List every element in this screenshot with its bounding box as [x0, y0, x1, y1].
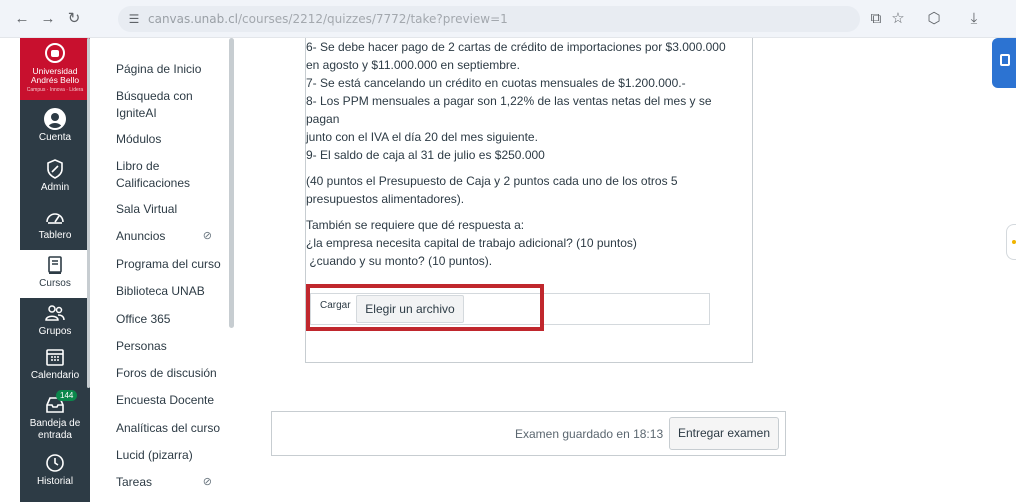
- forward-icon[interactable]: →: [38, 9, 58, 29]
- dashboard-icon: [46, 213, 64, 224]
- global-navigation: Universidad Andrés Bello Campus · Innova…: [20, 38, 90, 502]
- course-nav-assignments[interactable]: Tareas ⊘: [116, 474, 226, 491]
- course-nav-lucid[interactable]: Lucid (pizarra): [116, 447, 226, 464]
- question-text: 6- Se debe hacer pago de 2 cartas de cré…: [306, 38, 746, 270]
- course-nav-ignite-search[interactable]: Búsqueda con IgniteAI: [116, 88, 226, 122]
- course-nav-scrollbar[interactable]: [229, 38, 234, 328]
- points-note: (40 puntos el Presupuesto de Caja y 2 pu…: [306, 174, 678, 188]
- points-note: presupuestos alimentadores).: [306, 192, 465, 206]
- question-line: junto con el IVA el día 20 del mes sigui…: [306, 130, 538, 144]
- course-nav-modules[interactable]: Módulos: [116, 131, 226, 148]
- global-nav-history[interactable]: Historial: [20, 452, 90, 488]
- floating-helper-tab[interactable]: [1006, 224, 1016, 260]
- logo-tagline: Campus · Innova · Lidera: [26, 87, 84, 93]
- course-nav-assignments-label: Tareas: [116, 475, 153, 489]
- logo-text: Universidad Andrés Bello: [30, 66, 80, 85]
- global-nav-account[interactable]: Cuenta: [20, 108, 90, 144]
- groups-icon: [45, 305, 65, 321]
- download-icon[interactable]: ⤓: [964, 9, 984, 29]
- course-nav-library[interactable]: Biblioteca UNAB: [116, 283, 226, 300]
- global-nav-groups[interactable]: Grupos: [20, 302, 90, 338]
- course-nav-survey[interactable]: Encuesta Docente: [116, 392, 226, 409]
- calendar-icon: [46, 349, 64, 366]
- eye-slash-icon: ⊘: [202, 476, 212, 488]
- extra-question: ¿cuando y su monto? (10 puntos).: [306, 254, 493, 268]
- course-nav-office365[interactable]: Office 365: [116, 311, 226, 328]
- course-nav-announcements-label: Anuncios: [116, 229, 166, 243]
- course-nav-virtual-room[interactable]: Sala Virtual: [116, 201, 226, 218]
- course-nav-announcements[interactable]: Anuncios ⊘: [116, 228, 226, 245]
- course-nav-analytics[interactable]: Analíticas del curso: [116, 420, 226, 437]
- url-text: canvas.unab.cl/courses/2212/quizzes/7772…: [148, 12, 508, 26]
- document-icon: [1000, 54, 1010, 66]
- global-nav-dashboard[interactable]: Tablero: [20, 206, 90, 242]
- highlight-annotation: [306, 284, 544, 331]
- history-icon: [46, 454, 64, 472]
- course-navigation: Página de Inicio Búsqueda con IgniteAI M…: [90, 38, 238, 502]
- site-settings-icon[interactable]: ☰: [126, 11, 142, 27]
- course-nav-discussions[interactable]: Foros de discusión: [116, 365, 226, 382]
- course-nav-people[interactable]: Personas: [116, 338, 226, 355]
- eye-slash-icon: ⊘: [202, 230, 212, 242]
- course-nav-home[interactable]: Página de Inicio: [116, 61, 226, 78]
- side-panel-tab[interactable]: [992, 38, 1016, 88]
- courses-icon: [48, 256, 62, 274]
- browser-toolbar: ← → ↻ ☰ canvas.unab.cl/courses/2212/quiz…: [0, 0, 1016, 38]
- extensions-icon[interactable]: ⬡: [924, 9, 944, 29]
- global-nav-calendar[interactable]: Calendario: [20, 346, 90, 382]
- bookmark-star-icon[interactable]: ☆: [888, 9, 908, 29]
- course-nav-grades[interactable]: Libro de Calificaciones: [116, 158, 226, 192]
- question-line: 9- El saldo de caja al 31 de julio es $2…: [306, 148, 545, 162]
- question-line: 7- Se está cancelando un crédito en cuot…: [306, 76, 686, 90]
- course-nav-syllabus[interactable]: Programa del curso: [116, 256, 226, 273]
- extra-question: ¿la empresa necesita capital de trabajo …: [306, 236, 637, 250]
- global-nav-admin[interactable]: Admin: [20, 158, 90, 194]
- reload-icon[interactable]: ↻: [64, 9, 84, 29]
- install-app-icon[interactable]: ⧉: [866, 9, 886, 29]
- logo-emblem-icon: [45, 43, 65, 63]
- saved-status: Examen guardado en 18:13: [515, 427, 664, 441]
- page: ← → ↻ ☰ canvas.unab.cl/courses/2212/quiz…: [0, 0, 1016, 502]
- question-line: 6- Se debe hacer pago de 2 cartas de cré…: [306, 40, 726, 54]
- account-icon: [44, 108, 66, 130]
- question-line: en agosto y $11.000.000 en septiembre.: [306, 58, 520, 72]
- global-nav-inbox[interactable]: 144 Bandeja de entrada: [20, 390, 90, 442]
- question-line: 8- Los PPM mensuales a pagar son 1,22% d…: [306, 94, 712, 126]
- extra-question: También se requiere que dé respuesta a:: [306, 218, 525, 232]
- address-bar[interactable]: ☰ canvas.unab.cl/courses/2212/quizzes/77…: [118, 6, 860, 32]
- university-logo[interactable]: Universidad Andrés Bello Campus · Innova…: [20, 38, 90, 100]
- submit-quiz-button[interactable]: Entregar examen: [669, 417, 779, 450]
- admin-icon: [47, 159, 63, 179]
- inbox-unread-badge: 144: [56, 390, 78, 401]
- global-nav-courses[interactable]: Cursos: [20, 250, 90, 298]
- back-icon[interactable]: ←: [12, 9, 32, 29]
